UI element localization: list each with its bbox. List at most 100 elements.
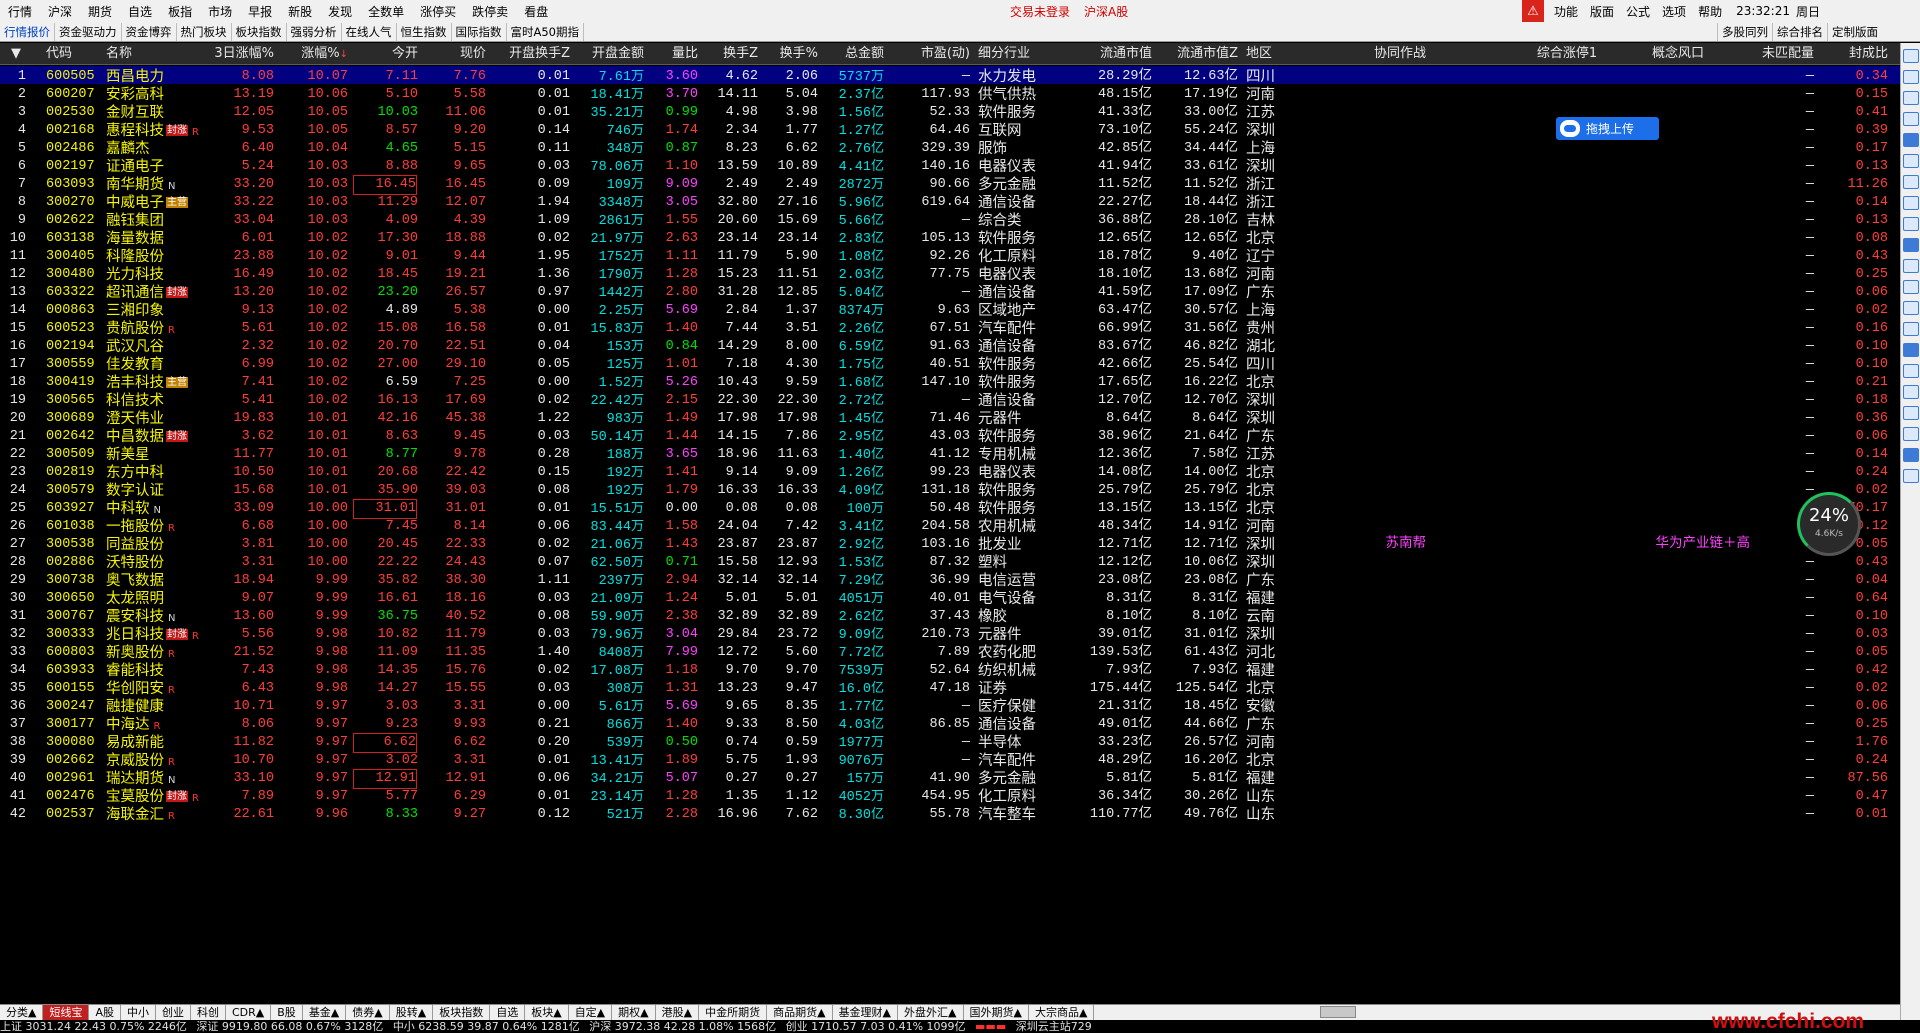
- trade-login-link[interactable]: 交易未登录: [1010, 3, 1070, 20]
- col-chg[interactable]: 涨幅%↓: [278, 43, 348, 65]
- arrow-down-icon[interactable]: [1902, 70, 1919, 84]
- table-row[interactable]: 2 600207 安彩高科 13.19 10.06 5.10 5.58 0.01 18.41万 3…: [0, 84, 1900, 103]
- grid-icon[interactable]: [1902, 154, 1919, 168]
- col-price[interactable]: 现价: [420, 43, 486, 65]
- col-industry[interactable]: 细分行业: [978, 43, 1058, 65]
- table-row[interactable]: 31 300767 震安科技 N 13.60 9.99 36.75 40.52 0.08 59.9…: [0, 606, 1900, 625]
- arrow-right-icon[interactable]: [1902, 406, 1919, 420]
- table-row[interactable]: 30 300650 太龙照明 9.07 9.99 16.61 18.16 0.03 21.09万…: [0, 588, 1900, 607]
- drag-upload-button[interactable]: 拖拽上传: [1556, 117, 1659, 140]
- col-name[interactable]: 名称: [106, 43, 184, 65]
- market-label[interactable]: 沪深A股: [1084, 3, 1128, 20]
- status-server[interactable]: 深圳云主站729: [1016, 1020, 1092, 1033]
- table-row[interactable]: 19 300565 科信技术 5.41 10.02 16.13 17.69 0.02 22.42…: [0, 390, 1900, 409]
- col-region[interactable]: 地区: [1246, 43, 1286, 65]
- menu-item[interactable]: 发现: [320, 3, 360, 20]
- col-volume-ratio[interactable]: 量比: [648, 43, 698, 65]
- market-tab[interactable]: 短线宝: [43, 1004, 90, 1021]
- col-float-cap-z[interactable]: 流通市值Z: [1156, 43, 1238, 65]
- candle-icon[interactable]: [1902, 238, 1919, 252]
- gear-icon[interactable]: [1902, 469, 1919, 483]
- col-open[interactable]: 今开: [352, 43, 418, 65]
- table-row[interactable]: 38 300080 易成新能 11.82 9.97 6.62 6.62 0.20 539万 0.5…: [0, 732, 1900, 753]
- market-tab[interactable]: 基金▲: [303, 1004, 347, 1021]
- market-tab[interactable]: 自选: [490, 1004, 526, 1021]
- menu-item[interactable]: 跌停卖: [464, 3, 516, 20]
- table-row[interactable]: 13 603322 超讯通信 封涨 13.20 10.02 23.20 26.57 0.97 14…: [0, 282, 1900, 301]
- function-tab-right[interactable]: 多股同列: [1717, 23, 1772, 41]
- market-tab[interactable]: 自定▲: [569, 1004, 613, 1021]
- table-row[interactable]: 5 002486 嘉麟杰 6.40 10.04 4.65 5.15 0.11 348万 0.87 8…: [0, 138, 1900, 157]
- table-row[interactable]: 10 603138 海量数据 6.01 10.02 17.30 18.88 0.02 21.97…: [0, 228, 1900, 247]
- table-row[interactable]: 22 300509 新美星 11.77 10.01 8.77 9.78 0.28 188万 3.6…: [0, 444, 1900, 463]
- network-speed-gauge[interactable]: 24% 4.6K/s: [1797, 492, 1861, 556]
- table-row[interactable]: 1 600505 西昌电力 8.08 10.07 7.11 7.76 0.01 7.61万 3.6…: [0, 66, 1900, 85]
- user-icon[interactable]: [1902, 364, 1919, 378]
- table-row[interactable]: 40 002961 瑞达期货 N 33.10 9.97 12.91 12.91 0.06 34.2…: [0, 768, 1900, 789]
- chart-icon[interactable]: [1902, 343, 1919, 357]
- menu-right-item[interactable]: 帮助: [1692, 3, 1728, 20]
- table-row[interactable]: 39 002662 京威股份 R 10.70 9.97 3.02 3.31 0.01 13.41万…: [0, 750, 1900, 769]
- col-total-amount[interactable]: 总金额: [822, 43, 884, 65]
- table-row[interactable]: 9 002622 融钰集团 33.04 10.03 4.09 4.39 1.09 2861万 1.…: [0, 210, 1900, 229]
- col-code[interactable]: 代码: [46, 43, 102, 65]
- table-row[interactable]: 23 002819 东方中科 10.50 10.01 20.68 22.42 0.15 192万…: [0, 462, 1900, 481]
- function-tab-right[interactable]: 定制版面: [1827, 23, 1882, 41]
- menu-item[interactable]: 看盘: [516, 3, 556, 20]
- function-tab[interactable]: 资金博弈: [122, 22, 177, 41]
- alert-icon[interactable]: ⚠: [1522, 0, 1544, 22]
- table-row[interactable]: 8 300270 中威电子 主营 33.22 10.03 11.29 12.07 1.94 334…: [0, 192, 1900, 211]
- menu-item[interactable]: 新股: [280, 3, 320, 20]
- bar-chart-icon[interactable]: [1902, 196, 1919, 210]
- col-float-cap[interactable]: 流通市值: [1062, 43, 1152, 65]
- menu-right-item[interactable]: 功能: [1548, 3, 1584, 20]
- table-row[interactable]: 6 002197 证通电子 5.24 10.03 8.88 9.65 0.03 78.06万 1.…: [0, 156, 1900, 175]
- col-seal-ratio[interactable]: 封成比: [1818, 43, 1888, 65]
- doc-icon[interactable]: [1902, 301, 1919, 315]
- menu-right-item[interactable]: 公式: [1620, 3, 1656, 20]
- market-tab[interactable]: 创业: [156, 1004, 191, 1021]
- market-tab[interactable]: 债券▲: [346, 1004, 390, 1021]
- table-row[interactable]: 11 300405 科隆股份 23.88 10.02 9.01 9.44 1.95 1752万 1…: [0, 246, 1900, 265]
- function-tab[interactable]: 板块指数: [232, 22, 287, 41]
- col-chg3[interactable]: 3日涨幅%: [186, 43, 274, 65]
- menu-right-item[interactable]: 选项: [1656, 3, 1692, 20]
- col-index[interactable]: ▼: [0, 43, 32, 65]
- table-row[interactable]: 35 600155 华创阳安 R 6.43 9.98 14.27 15.55 0.03 308万 1…: [0, 678, 1900, 697]
- menu-item[interactable]: 市场: [200, 3, 240, 20]
- page-icon[interactable]: [1902, 280, 1919, 294]
- menu-item[interactable]: 行情: [0, 3, 40, 20]
- market-tab[interactable]: 中金所期货: [699, 1004, 768, 1021]
- table-row[interactable]: 32 300333 兆日科技 封涨 R 5.56 9.98 10.82 11.79 0.03 79.…: [0, 624, 1900, 643]
- chart-icon[interactable]: [1902, 175, 1919, 189]
- menu-item[interactable]: 板指: [160, 3, 200, 20]
- market-tab[interactable]: 科创: [191, 1004, 226, 1021]
- table-row[interactable]: 21 002642 中昌数据 封涨 3.62 10.01 8.63 9.45 0.03 50.14…: [0, 426, 1900, 445]
- col-limit1[interactable]: 综合涨停1: [1512, 43, 1622, 65]
- market-tab[interactable]: 外盘外汇▲: [898, 1004, 964, 1021]
- table-row[interactable]: 28 002886 沃特股份 3.31 10.00 22.22 24.43 0.07 62.50…: [0, 552, 1900, 571]
- table-row[interactable]: 41 002476 宝莫股份 封涨 R 7.89 9.97 5.77 6.29 0.01 23.14…: [0, 786, 1900, 805]
- function-tab[interactable]: 国际指数: [452, 22, 507, 41]
- list-icon[interactable]: [1902, 133, 1919, 147]
- table-row[interactable]: 16 002194 武汉凡谷 2.32 10.02 20.70 22.51 0.04 153万 0…: [0, 336, 1900, 355]
- menu-item[interactable]: 涨停买: [412, 3, 464, 20]
- function-tab[interactable]: 热门板块: [177, 22, 232, 41]
- arrow-up-icon[interactable]: [1902, 49, 1919, 63]
- function-tab[interactable]: 强弱分析: [287, 22, 342, 41]
- market-tab[interactable]: 港股▲: [656, 1004, 700, 1021]
- export-icon[interactable]: [1902, 385, 1919, 399]
- market-tab[interactable]: 大宗商品▲: [1029, 1004, 1095, 1021]
- function-tab[interactable]: 资金驱动力: [55, 22, 122, 41]
- market-tab[interactable]: 股转▲: [390, 1004, 434, 1021]
- horizontal-scrollbar[interactable]: [1320, 1006, 1356, 1018]
- table-row[interactable]: 7 603093 南华期货 N 33.20 10.03 16.45 16.45 0.09 109万…: [0, 174, 1900, 195]
- market-tab[interactable]: 板块▲: [525, 1004, 569, 1021]
- menu-item[interactable]: 沪深: [40, 3, 80, 20]
- function-tab[interactable]: 恒生指数: [397, 22, 452, 41]
- table-row[interactable]: 37 300177 中海达 R 8.06 9.97 9.23 9.93 0.21 866万 1.40…: [0, 714, 1900, 733]
- arrow-up-icon[interactable]: [1902, 91, 1919, 105]
- col-unmatched[interactable]: 未匹配量: [1744, 43, 1814, 65]
- table-row[interactable]: 18 300419 浩丰科技 主营 7.41 10.02 6.59 7.25 0.00 1.52万…: [0, 372, 1900, 391]
- market-tab[interactable]: 中小: [121, 1004, 156, 1021]
